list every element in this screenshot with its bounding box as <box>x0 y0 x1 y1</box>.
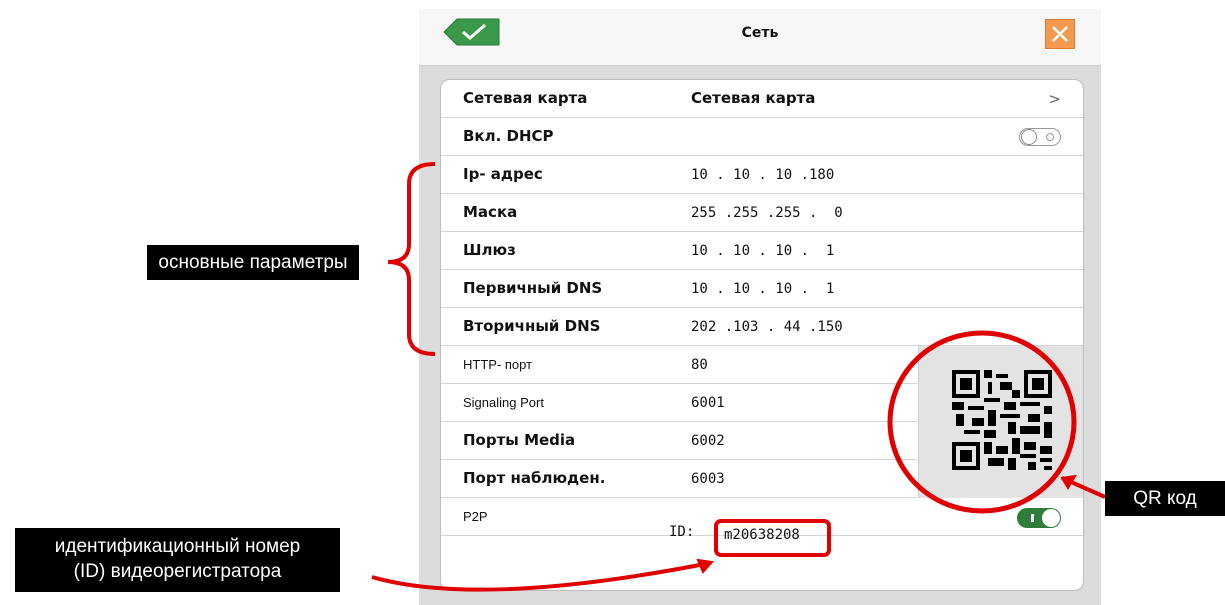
dhcp-toggle[interactable] <box>1019 128 1061 146</box>
toggle-on-indicator <box>1031 514 1034 522</box>
row-label: Шлюз <box>463 241 516 259</box>
row-secondary-dns[interactable]: Вторичный DNS 202 .103 . 44 .150 <box>441 308 1083 346</box>
row-signaling-port[interactable]: Signaling Port 6001 <box>441 384 917 422</box>
chevron-right-icon: > <box>1048 90 1061 108</box>
toggle-knob <box>1021 129 1037 145</box>
row-label: Signaling Port <box>463 395 544 410</box>
qr-annotation-label: QR код <box>1105 481 1225 516</box>
qr-code-icon <box>952 370 1052 470</box>
row-label: Порты Media <box>463 431 576 449</box>
p2p-id-label: ID: <box>669 524 695 540</box>
row-label: Ip- адрес <box>463 165 543 183</box>
row-monitor-port[interactable]: Порт наблюден. 6003 <box>441 460 917 498</box>
row-mask[interactable]: Маска 255 .255 .255 . 0 <box>441 194 1083 232</box>
id-annotation-line1: идентификационный номер <box>54 536 301 557</box>
close-button[interactable] <box>1045 19 1075 49</box>
row-label: Вкл. DHCP <box>463 127 554 145</box>
p2p-toggle[interactable] <box>1017 508 1061 528</box>
id-annotation-label: идентификационный номер (ID) видеорегист… <box>15 528 340 592</box>
monitor-port-value[interactable]: 6003 <box>691 471 725 487</box>
row-primary-dns[interactable]: Первичный DNS 10 . 10 . 10 . 1 <box>441 270 1083 308</box>
http-port-value[interactable]: 80 <box>691 357 708 373</box>
network-settings-window: Сеть Сетевая карта Сетевая карта > Вкл. … <box>419 9 1101 605</box>
row-label: HTTP- порт <box>463 357 533 372</box>
close-icon <box>1052 26 1068 42</box>
title-bar: Сеть <box>419 9 1101 66</box>
row-media-port[interactable]: Порты Media 6002 <box>441 422 917 460</box>
row-label: Порт наблюден. <box>463 469 606 487</box>
row-network-card[interactable]: Сетевая карта Сетевая карта > <box>441 80 1083 118</box>
qr-code-panel <box>918 346 1083 498</box>
mask-value[interactable]: 255 .255 .255 . 0 <box>691 205 843 221</box>
id-highlight-box <box>714 519 831 557</box>
ip-address-value[interactable]: 10 . 10 . 10 .180 <box>691 167 834 183</box>
row-http-port[interactable]: HTTP- порт 80 <box>441 346 917 384</box>
row-dhcp: Вкл. DHCP <box>441 118 1083 156</box>
row-label: P2P <box>463 509 488 524</box>
media-port-value[interactable]: 6002 <box>691 433 725 449</box>
network-annotation-label: основные параметры сети <box>147 245 359 308</box>
window-title: Сеть <box>741 25 779 41</box>
secondary-dns-value[interactable]: 202 .103 . 44 .150 <box>691 319 843 335</box>
toggle-knob <box>1042 509 1060 527</box>
row-label: Сетевая карта <box>463 89 588 107</box>
row-value: Сетевая карта <box>691 89 816 107</box>
settings-list: Сетевая карта Сетевая карта > Вкл. DHCP … <box>440 79 1084 591</box>
row-ip-address[interactable]: Ip- адрес 10 . 10 . 10 .180 <box>441 156 1083 194</box>
toggle-off-indicator <box>1046 133 1054 141</box>
primary-dns-value[interactable]: 10 . 10 . 10 . 1 <box>691 281 834 297</box>
gateway-value[interactable]: 10 . 10 . 10 . 1 <box>691 243 834 259</box>
row-gateway[interactable]: Шлюз 10 . 10 . 10 . 1 <box>441 232 1083 270</box>
row-label: Вторичный DNS <box>463 317 601 335</box>
row-label: Маска <box>463 203 518 221</box>
signaling-port-value[interactable]: 6001 <box>691 395 725 411</box>
id-annotation-line2: (ID) видеорегистратора <box>73 561 282 582</box>
row-label: Первичный DNS <box>463 279 603 297</box>
